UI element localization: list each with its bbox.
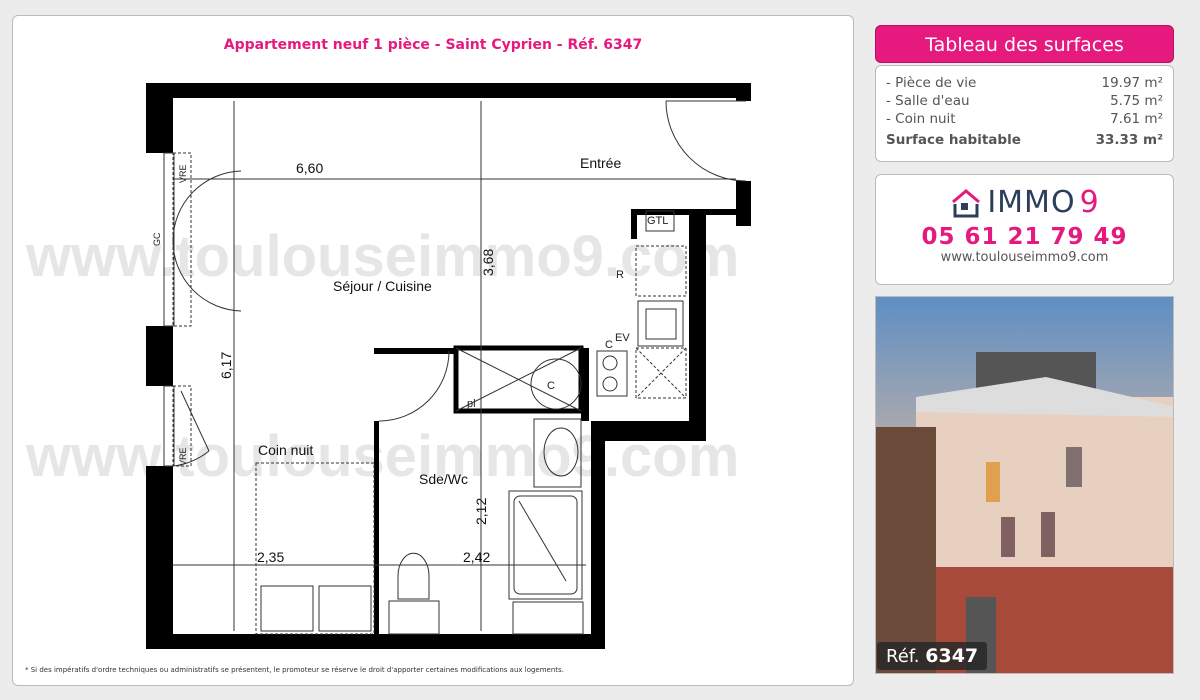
surfaces-table: - Pièce de vie 19.97 m² - Salle d'eau 5.75… [875,65,1174,162]
symbol-gc: GC [152,232,162,246]
floor-plan-panel: Appartement neuf 1 pièce - Saint Cyprien… [12,15,854,686]
watermark: www.toulouseimmo9.com www.toulouseimmo9.… [25,224,739,489]
room-label-coin-nuit: Coin nuit [258,442,313,458]
symbol-c: C [547,380,555,392]
agency-website[interactable]: www.toulouseimmo9.com [876,250,1173,265]
surfaces-header: Tableau des surfaces [875,25,1174,63]
floor-plan: www.toulouseimmo9.com www.toulouseimmo9.… [25,83,751,649]
symbol-ev: EV [615,332,630,344]
room-label-sejour: Séjour / Cuisine [333,278,432,294]
symbol-vre: VRE [178,164,188,183]
building-photo [875,296,1174,674]
room-label-sde: Sde/Wc [419,471,468,487]
surface-row: - Pièce de vie 19.97 m² [886,75,1163,91]
dimension-label: 2,42 [463,549,490,565]
symbol-r: R [616,269,624,281]
walls [146,83,751,649]
dimension-label: 6,17 [218,352,234,379]
surface-row: - Salle d'eau 5.75 m² [886,93,1163,109]
symbol-pl: pl [467,398,476,410]
symbol-vre: VRE [178,447,188,466]
house-icon [952,188,981,217]
disclaimer: * Si des impératifs d'ordre techniques o… [25,666,564,674]
dimension-label: 2,35 [257,549,284,565]
agency-phone[interactable]: 05 61 21 79 49 [876,224,1173,250]
room-label-entree: Entrée [580,155,621,171]
agency-card: IMMO 9 05 61 21 79 49 www.toulouseimmo9.c… [875,174,1174,285]
dimension-label: 3,68 [480,249,496,276]
agency-logo: IMMO 9 [876,185,1173,220]
symbol-c: C [605,339,613,351]
surface-row: - Coin nuit 7.61 m² [886,111,1163,127]
symbol-gtl: GTL [647,215,668,227]
dimension-label: 2,12 [473,498,489,525]
dimension-label: 6,60 [296,160,323,176]
surface-total: Surface habitable 33.33 m² [886,132,1163,148]
ref-badge: Réf. 6347 [877,642,988,670]
